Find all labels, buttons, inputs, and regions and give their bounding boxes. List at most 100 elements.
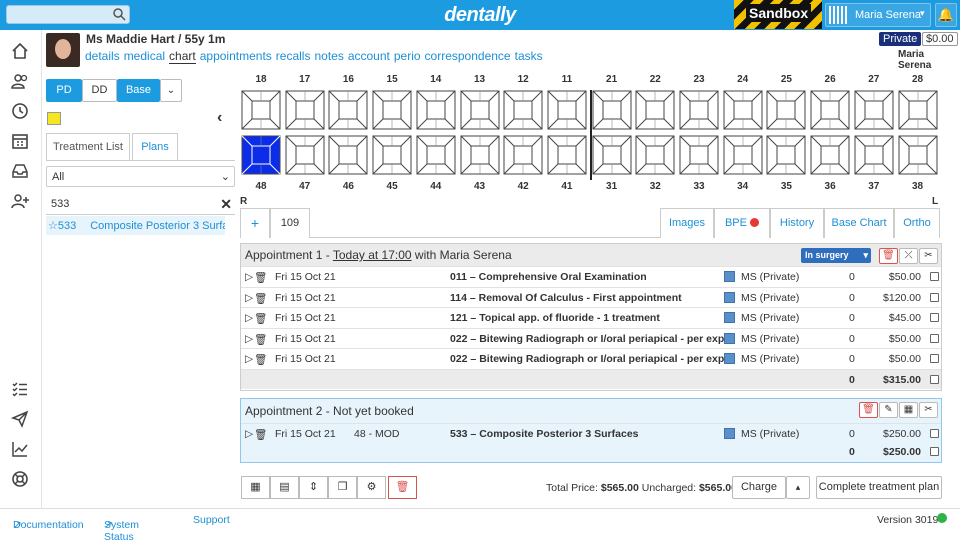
base-button[interactable]: Base <box>117 79 160 102</box>
chevron-up-icon[interactable]: ▴ <box>786 476 810 499</box>
tooth-33[interactable] <box>679 135 719 175</box>
treatment-result-item[interactable]: ☆533 Composite Posterior 3 Surfa... <box>46 216 225 235</box>
unlink-icon[interactable]: ⤫ <box>899 248 918 264</box>
tooth-15[interactable] <box>372 90 412 130</box>
sort-icon[interactable]: ⇕ <box>299 476 328 499</box>
tooth-46[interactable] <box>328 135 368 175</box>
select-checkbox[interactable] <box>930 429 939 438</box>
patient-nav-medical[interactable]: medical <box>124 49 165 63</box>
tooth-43[interactable] <box>460 135 500 175</box>
patient-nav-recalls[interactable]: recalls <box>276 49 311 63</box>
bell-icon[interactable]: 🔔 <box>935 3 957 27</box>
appointment-status-dropdown[interactable]: In surgery ▾ <box>801 248 871 263</box>
tooth-16[interactable] <box>328 90 368 130</box>
add-user-icon[interactable] <box>11 192 29 210</box>
treatment-filter-select[interactable]: All ⌄ <box>46 166 235 187</box>
select-checkbox[interactable] <box>930 446 939 456</box>
tooth-23[interactable] <box>679 90 719 130</box>
tooth-45[interactable] <box>372 135 412 175</box>
patient-nav-account[interactable]: account <box>348 49 390 63</box>
trash-icon[interactable]: 🗑 <box>254 428 267 441</box>
appt1-when[interactable]: Today at 17:00 <box>333 248 412 262</box>
document-icon[interactable]: ▤ <box>270 476 299 499</box>
add-appointment-tab[interactable]: + <box>240 208 270 238</box>
expand-icon[interactable]: ▷ <box>245 428 253 440</box>
help-lifebuoy-icon[interactable] <box>11 470 29 488</box>
clock-icon[interactable] <box>11 102 29 120</box>
tooth-44[interactable] <box>416 135 456 175</box>
tooth-11[interactable] <box>547 90 587 130</box>
tooth-12[interactable] <box>503 90 543 130</box>
home-icon[interactable] <box>11 42 29 60</box>
treatment-row[interactable]: ▷ 🗑 Fri 15 Oct 21 114 – Removal Of Calculus… <box>241 286 941 308</box>
select-checkbox[interactable] <box>930 292 939 302</box>
trash-icon[interactable]: 🗑 <box>254 271 267 284</box>
expand-icon[interactable]: ▷ <box>245 292 253 304</box>
trash-icon[interactable]: 🗑 <box>254 292 267 305</box>
expand-icon[interactable]: ▷ <box>245 333 253 345</box>
calendar-icon[interactable] <box>11 132 29 150</box>
settings-gear-icon[interactable]: ⚙ <box>357 476 386 499</box>
inbox-icon[interactable] <box>11 162 29 180</box>
flag-icon[interactable] <box>47 112 61 125</box>
treatment-code-input[interactable]: 533 ✕ <box>46 195 235 214</box>
tooth-35[interactable] <box>766 135 806 175</box>
tooth-42[interactable] <box>503 135 543 175</box>
select-checkbox[interactable] <box>930 354 939 363</box>
reports-chart-icon[interactable] <box>11 440 29 458</box>
tooth-38[interactable] <box>898 135 938 175</box>
tab-base-chart[interactable]: Base Chart <box>824 208 894 238</box>
patient-nav-chart[interactable]: chart <box>169 49 196 64</box>
calendar-icon[interactable]: ▦ <box>899 402 918 418</box>
tab-109[interactable]: 109 <box>270 208 310 238</box>
expand-icon[interactable]: ▷ <box>245 312 253 324</box>
tooth-25[interactable] <box>766 90 806 130</box>
treatment-row[interactable]: ▷ 🗑 Fri 15 Oct 21 011 – Comprehensive Oral … <box>241 266 941 287</box>
patients-icon[interactable] <box>11 72 29 90</box>
complete-treatment-plan-button[interactable]: Complete treatment plan <box>816 476 942 499</box>
tooth-48[interactable] <box>241 135 281 175</box>
pd-button[interactable]: PD <box>46 79 82 102</box>
tooth-17[interactable] <box>285 90 325 130</box>
treatment-row[interactable]: ▷ 🗑 Fri 15 Oct 21 121 – Topical app. of flu… <box>241 307 941 328</box>
tooth-31[interactable] <box>592 135 632 175</box>
tab-plans[interactable]: Plans <box>132 133 178 161</box>
calendar-icon[interactable]: ▦ <box>241 476 270 499</box>
patient-nav-details[interactable]: details <box>85 49 120 63</box>
tooth-27[interactable] <box>854 90 894 130</box>
trash-icon[interactable]: 🗑 <box>254 353 267 366</box>
trash-icon[interactable]: 🗑 <box>879 248 898 264</box>
tooth-13[interactable] <box>460 90 500 130</box>
patient-nav-correspondence[interactable]: correspondence <box>425 49 511 63</box>
user-menu[interactable]: Maria Serena ▾ <box>825 3 931 27</box>
patient-nav-perio[interactable]: perio <box>394 49 421 63</box>
tooth-47[interactable] <box>285 135 325 175</box>
collapse-panel-chevron-icon[interactable]: ‹ <box>217 109 222 127</box>
send-icon[interactable] <box>11 410 29 428</box>
expand-icon[interactable]: ▷ <box>245 271 253 283</box>
dd-button[interactable]: DD <box>82 79 117 102</box>
select-checkbox[interactable] <box>930 272 939 281</box>
trash-icon[interactable]: 🗑 <box>254 312 267 325</box>
select-checkbox[interactable] <box>930 374 939 384</box>
treatment-row[interactable]: ▷ 🗑 Fri 15 Oct 21 48 - MOD 533 – Composite P… <box>241 423 941 444</box>
trash-icon[interactable]: 🗑 <box>254 333 267 346</box>
tab-treatment-list[interactable]: Treatment List <box>46 133 130 161</box>
tab-images[interactable]: Images <box>660 208 714 238</box>
tab-ortho[interactable]: Ortho <box>894 208 940 238</box>
clear-icon[interactable]: ✕ <box>220 196 232 213</box>
tooth-28[interactable] <box>898 90 938 130</box>
tooth-21[interactable] <box>592 90 632 130</box>
tooth-22[interactable] <box>635 90 675 130</box>
patient-nav-notes[interactable]: notes <box>314 49 343 63</box>
task-list-icon[interactable] <box>11 380 29 398</box>
tab-bpe[interactable]: BPE <box>714 208 770 238</box>
tooth-37[interactable] <box>854 135 894 175</box>
select-checkbox[interactable] <box>930 313 939 322</box>
support-link[interactable]: Support <box>193 514 230 526</box>
patient-nav-appointments[interactable]: appointments <box>200 49 272 63</box>
tooth-32[interactable] <box>635 135 675 175</box>
treatment-row[interactable]: ▷ 🗑 Fri 15 Oct 21 022 – Bitewing Radiograph… <box>241 327 941 349</box>
tooth-14[interactable] <box>416 90 456 130</box>
tooth-36[interactable] <box>810 135 850 175</box>
